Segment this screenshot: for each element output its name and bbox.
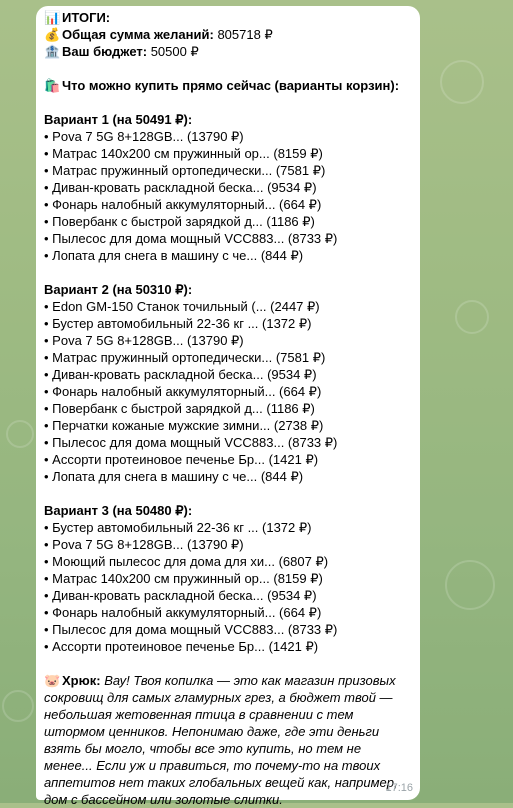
summary-title: ИТОГИ: [62, 10, 111, 25]
list-item: • Pova 7 5G 8+128GB... (13790 ₽) [44, 129, 244, 144]
message-bubble[interactable]: 📊 ИТОГИ: 💰 Общая сумма желаний: 805718 ₽ 🏦… [36, 6, 420, 807]
list-item: • Повербанк с быстрой зарядкой д... (118… [44, 401, 315, 416]
list-item: • Бустер автомобильный 22-36 кг ... (137… [44, 520, 312, 535]
budget-row: 🏦 Ваш бюджет: 50500 ₽ [44, 43, 412, 60]
background-doodle [445, 560, 495, 610]
bank-icon: 🏦 [44, 44, 61, 59]
pig-comment: 🐷 Хрюк: Вау! Твоя копилка — это как магаз… [44, 672, 412, 808]
list-item: • Пылесос для дома мощный VCC883... (873… [44, 622, 338, 637]
background-doodle [440, 60, 484, 104]
money-bag-icon: 💰 [44, 27, 61, 42]
summary-title-row: 📊 ИТОГИ: [44, 9, 412, 26]
pig-icon: 🐷 [44, 673, 61, 688]
list-item: • Ассорти протеиновое печенье Бр... (142… [44, 639, 319, 654]
list-item: • Перчатки кожаные мужские зимни... (273… [44, 418, 324, 433]
list-item: • Повербанк с быстрой зарядкой д... (118… [44, 214, 315, 229]
variant-title: Вариант 2 (на 50310 ₽): [44, 282, 193, 297]
list-item: • Фонарь налобный аккумуляторный... (664… [44, 605, 322, 620]
list-item: • Пылесос для дома мощный VCC883... (873… [44, 231, 338, 246]
total-label: Общая сумма желаний: [62, 27, 214, 42]
list-item: • Диван-кровать раскладной беска... (953… [44, 588, 317, 603]
buy-now-title-row: 🛍️ Что можно купить прямо сейчас (вариант… [44, 77, 412, 94]
list-item: • Диван-кровать раскладной беска... (953… [44, 367, 317, 382]
list-item: • Лопата для снега в машину с че... (844… [44, 248, 304, 263]
variant-title: Вариант 3 (на 50480 ₽): [44, 503, 193, 518]
list-item: • Ассорти протеиновое печенье Бр... (142… [44, 452, 319, 467]
list-item: • Матрас пружинный ортопедически... (758… [44, 163, 326, 178]
list-item: • Диван-кровать раскладной беска... (953… [44, 180, 317, 195]
list-item: • Матрас 140x200 см пружинный ор... (815… [44, 571, 323, 586]
budget-value: 50500 ₽ [150, 44, 199, 59]
comment-text: Вау! Твоя копилка — это как магазин приз… [44, 673, 398, 807]
total-row: 💰 Общая сумма желаний: 805718 ₽ [44, 26, 412, 43]
variant-title: Вариант 1 (на 50491 ₽): [44, 112, 193, 127]
list-item: • Бустер автомобильный 22-36 кг ... (137… [44, 316, 312, 331]
list-item: • Фонарь налобный аккумуляторный... (664… [44, 384, 322, 399]
background-doodle [455, 300, 489, 334]
list-item: • Матрас пружинный ортопедически... (758… [44, 350, 326, 365]
background-doodle [6, 420, 34, 448]
list-item: • Pova 7 5G 8+128GB... (13790 ₽) [44, 537, 244, 552]
comment-author: Хрюк: [62, 673, 101, 688]
buy-now-title: Что можно купить прямо сейчас (варианты … [62, 78, 400, 93]
chart-icon: 📊 [44, 10, 61, 25]
list-item: • Pova 7 5G 8+128GB... (13790 ₽) [44, 333, 244, 348]
list-item: • Пылесос для дома мощный VCC883... (873… [44, 435, 338, 450]
total-value: 805718 ₽ [217, 27, 273, 42]
message-time: 17:16 [385, 782, 413, 794]
budget-label: Ваш бюджет: [62, 44, 148, 59]
list-item: • Матрас 140x200 см пружинный ор... (815… [44, 146, 323, 161]
list-item: • Лопата для снега в машину с че... (844… [44, 469, 304, 484]
list-item: • Edon GM-150 Станок точильный (... (244… [44, 299, 320, 314]
background-doodle [2, 690, 34, 722]
list-item: • Фонарь налобный аккумуляторный... (664… [44, 197, 322, 212]
shopping-bags-icon: 🛍️ [44, 78, 61, 93]
list-item: • Моющий пылесос для дома для хи... (680… [44, 554, 329, 569]
